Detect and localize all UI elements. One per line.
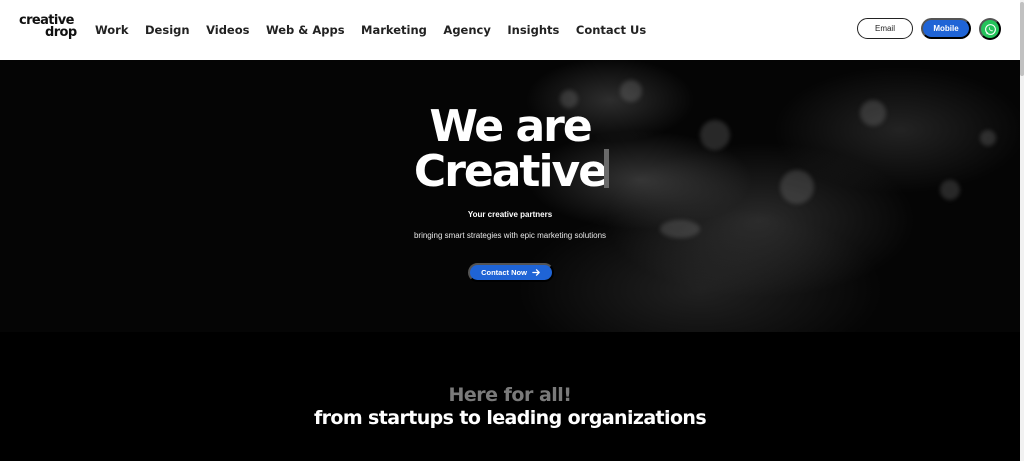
nav-item-insights[interactable]: Insights: [507, 23, 559, 37]
contact-now-button[interactable]: Contact Now: [468, 263, 554, 282]
logo[interactable]: creative drop: [19, 14, 79, 43]
intro-section: Here for all! from startups to leading o…: [0, 332, 1020, 461]
section-heading-main: from startups to leading organizations: [313, 407, 707, 429]
whatsapp-icon: [984, 23, 996, 35]
hero-subline: bringing smart strategies with epic mark…: [413, 231, 607, 240]
hero-bokeh: [620, 80, 642, 102]
page: creative drop Work Design Videos Web & A…: [0, 0, 1024, 461]
whatsapp-button[interactable]: [979, 18, 1001, 40]
hero-section: We are Creative Your creative partners b…: [0, 60, 1020, 332]
typing-caret: [604, 149, 609, 188]
contact-now-label: Contact Now: [481, 268, 527, 277]
site-header: creative drop Work Design Videos Web & A…: [0, 0, 1020, 60]
scrollbar-thumb[interactable]: [1020, 2, 1024, 76]
email-button[interactable]: Email: [857, 18, 913, 39]
nav-item-videos[interactable]: Videos: [206, 23, 249, 37]
hero-tagline: Your creative partners: [467, 210, 553, 219]
mobile-button[interactable]: Mobile: [921, 18, 971, 39]
nav-item-agency[interactable]: Agency: [443, 23, 490, 37]
hero-title-line-1: We are: [429, 101, 592, 152]
nav-item-web-apps[interactable]: Web & Apps: [266, 23, 345, 37]
nav-item-marketing[interactable]: Marketing: [361, 23, 427, 37]
section-heading-muted: Here for all!: [448, 384, 572, 406]
nav-item-work[interactable]: Work: [95, 23, 129, 37]
nav-item-design[interactable]: Design: [145, 23, 190, 37]
arrow-right-icon: [532, 269, 540, 276]
nav-item-contact-us[interactable]: Contact Us: [576, 23, 646, 37]
hero-title-line-2: Creative: [413, 146, 608, 197]
main-nav: Work Design Videos Web & Apps Marketing …: [95, 0, 663, 60]
logo-line-2: drop: [45, 25, 77, 40]
